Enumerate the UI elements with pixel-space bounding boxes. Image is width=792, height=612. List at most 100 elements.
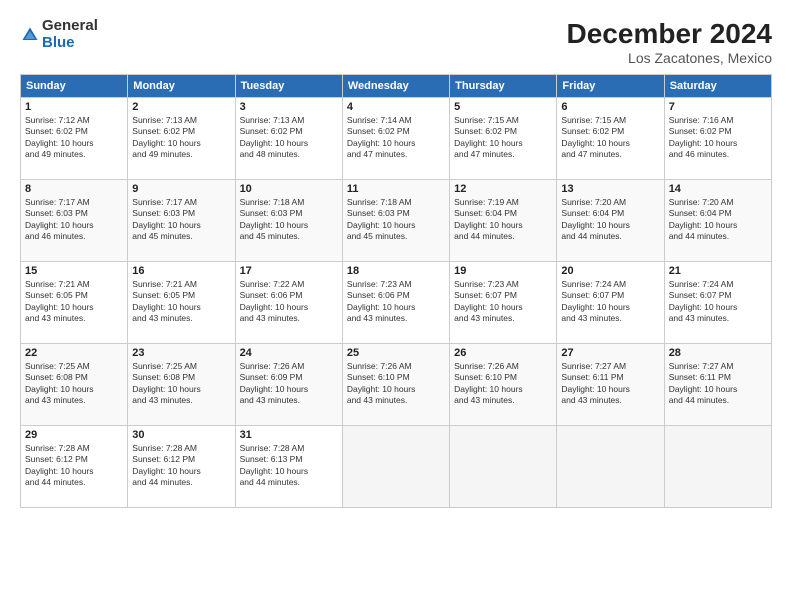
header: General Blue December 2024 Los Zacatones… [20,18,772,66]
day-info: Sunrise: 7:20 AMSunset: 6:04 PMDaylight:… [669,197,767,243]
table-row: 17 Sunrise: 7:22 AMSunset: 6:06 PMDayligh… [235,262,342,344]
table-row: 12Sunrise: 7:19 AMSunset: 6:04 PMDayligh… [450,180,557,262]
day-info: Sunrise: 7:16 AMSunset: 6:02 PMDaylight:… [669,115,767,161]
col-saturday: Saturday [664,75,771,98]
table-row: 9 Sunrise: 7:17 AMSunset: 6:03 PMDaylight… [128,180,235,262]
col-tuesday: Tuesday [235,75,342,98]
table-row: 24Sunrise: 7:26 AMSunset: 6:09 PMDayligh… [235,344,342,426]
day-info: Sunrise: 7:24 AMSunset: 6:07 PMDaylight:… [669,279,767,325]
header-row: Sunday Monday Tuesday Wednesday Thursday… [21,75,772,98]
table-row: 25 Sunrise: 7:26 AMSunset: 6:10 PMDayligh… [342,344,449,426]
table-row: 30Sunrise: 7:28 AMSunset: 6:12 PMDayligh… [128,426,235,508]
logo-blue: Blue [42,35,98,52]
calendar-subtitle: Los Zacatones, Mexico [567,50,772,66]
col-sunday: Sunday [21,75,128,98]
table-row: 28 Sunrise: 7:27 AMSunset: 6:11 PMDayligh… [664,344,771,426]
day-number: 12 [454,183,552,195]
table-row: 21Sunrise: 7:24 AMSunset: 6:07 PMDayligh… [664,262,771,344]
day-info: Sunrise: 7:23 AMSunset: 6:06 PMDaylight:… [347,279,445,325]
col-monday: Monday [128,75,235,98]
table-row: 4Sunrise: 7:14 AMSunset: 6:02 PMDaylight… [342,98,449,180]
table-row [450,426,557,508]
day-number: 22 [25,347,123,359]
calendar-week-5: 29Sunrise: 7:28 AMSunset: 6:12 PMDayligh… [21,426,772,508]
table-row: 29Sunrise: 7:28 AMSunset: 6:12 PMDayligh… [21,426,128,508]
table-row: 10Sunrise: 7:18 AMSunset: 6:03 PMDayligh… [235,180,342,262]
table-row: 3 Sunrise: 7:13 AMSunset: 6:02 PMDaylight… [235,98,342,180]
table-row: 20 Sunrise: 7:24 AMSunset: 6:07 PMDayligh… [557,262,664,344]
day-info: Sunrise: 7:21 AMSunset: 6:05 PMDaylight:… [132,279,230,325]
table-row: 6 Sunrise: 7:15 AMSunset: 6:02 PMDaylight… [557,98,664,180]
day-info: Sunrise: 7:21 AMSunset: 6:05 PMDaylight:… [25,279,123,325]
page: General Blue December 2024 Los Zacatones… [0,0,792,612]
day-number: 17 [240,265,338,277]
table-row: 23Sunrise: 7:25 AMSunset: 6:08 PMDayligh… [128,344,235,426]
table-row [557,426,664,508]
day-number: 31 [240,429,338,441]
day-info: Sunrise: 7:24 AMSunset: 6:07 PMDaylight:… [561,279,659,325]
day-number: 3 [240,101,338,113]
logo-general: General [42,18,98,35]
col-thursday: Thursday [450,75,557,98]
table-row: 7 Sunrise: 7:16 AMSunset: 6:02 PMDaylight… [664,98,771,180]
calendar-table: Sunday Monday Tuesday Wednesday Thursday… [20,74,772,508]
day-number: 28 [669,347,767,359]
table-row: 18 Sunrise: 7:23 AMSunset: 6:06 PMDayligh… [342,262,449,344]
day-info: Sunrise: 7:18 AMSunset: 6:03 PMDaylight:… [240,197,338,243]
day-info: Sunrise: 7:15 AMSunset: 6:02 PMDaylight:… [454,115,552,161]
calendar-week-2: 8 Sunrise: 7:17 AMSunset: 6:03 PMDaylight… [21,180,772,262]
logo: General Blue [20,18,98,51]
day-info: Sunrise: 7:26 AMSunset: 6:10 PMDaylight:… [347,361,445,407]
calendar-week-4: 22 Sunrise: 7:25 AMSunset: 6:08 PMDayligh… [21,344,772,426]
logo-icon [20,25,40,45]
table-row: 19Sunrise: 7:23 AMSunset: 6:07 PMDayligh… [450,262,557,344]
table-row: 8Sunrise: 7:17 AMSunset: 6:03 PMDaylight… [21,180,128,262]
title-block: December 2024 Los Zacatones, Mexico [567,18,772,66]
day-number: 7 [669,101,767,113]
day-number: 9 [132,183,230,195]
day-number: 26 [454,347,552,359]
day-info: Sunrise: 7:13 AMSunset: 6:02 PMDaylight:… [132,115,230,161]
day-info: Sunrise: 7:25 AMSunset: 6:08 PMDaylight:… [132,361,230,407]
day-info: Sunrise: 7:17 AMSunset: 6:03 PMDaylight:… [132,197,230,243]
day-info: Sunrise: 7:13 AMSunset: 6:02 PMDaylight:… [240,115,338,161]
table-row: 1Sunrise: 7:12 AMSunset: 6:02 PMDaylight… [21,98,128,180]
table-row: 11Sunrise: 7:18 AMSunset: 6:03 PMDayligh… [342,180,449,262]
day-number: 6 [561,101,659,113]
day-number: 27 [561,347,659,359]
table-row: 27Sunrise: 7:27 AMSunset: 6:11 PMDayligh… [557,344,664,426]
day-number: 15 [25,265,123,277]
day-number: 16 [132,265,230,277]
calendar-week-1: 1Sunrise: 7:12 AMSunset: 6:02 PMDaylight… [21,98,772,180]
col-friday: Friday [557,75,664,98]
day-info: Sunrise: 7:28 AMSunset: 6:12 PMDaylight:… [25,443,123,489]
day-info: Sunrise: 7:26 AMSunset: 6:10 PMDaylight:… [454,361,552,407]
calendar-week-3: 15 Sunrise: 7:21 AMSunset: 6:05 PMDayligh… [21,262,772,344]
table-row [664,426,771,508]
table-row: 2Sunrise: 7:13 AMSunset: 6:02 PMDaylight… [128,98,235,180]
calendar-title: December 2024 [567,18,772,50]
day-number: 25 [347,347,445,359]
day-info: Sunrise: 7:22 AMSunset: 6:06 PMDaylight:… [240,279,338,325]
day-number: 5 [454,101,552,113]
day-number: 8 [25,183,123,195]
table-row [342,426,449,508]
day-info: Sunrise: 7:23 AMSunset: 6:07 PMDaylight:… [454,279,552,325]
day-info: Sunrise: 7:12 AMSunset: 6:02 PMDaylight:… [25,115,123,161]
day-number: 30 [132,429,230,441]
day-info: Sunrise: 7:27 AMSunset: 6:11 PMDaylight:… [669,361,767,407]
table-row: 5 Sunrise: 7:15 AMSunset: 6:02 PMDaylight… [450,98,557,180]
logo-text: General Blue [42,18,98,51]
day-info: Sunrise: 7:15 AMSunset: 6:02 PMDaylight:… [561,115,659,161]
col-wednesday: Wednesday [342,75,449,98]
day-number: 11 [347,183,445,195]
day-number: 20 [561,265,659,277]
day-info: Sunrise: 7:25 AMSunset: 6:08 PMDaylight:… [25,361,123,407]
day-number: 24 [240,347,338,359]
table-row: 31 Sunrise: 7:28 AMSunset: 6:13 PMDayligh… [235,426,342,508]
day-info: Sunrise: 7:28 AMSunset: 6:13 PMDaylight:… [240,443,338,489]
table-row: 14Sunrise: 7:20 AMSunset: 6:04 PMDayligh… [664,180,771,262]
day-number: 18 [347,265,445,277]
table-row: 26 Sunrise: 7:26 AMSunset: 6:10 PMDayligh… [450,344,557,426]
table-row: 15 Sunrise: 7:21 AMSunset: 6:05 PMDayligh… [21,262,128,344]
